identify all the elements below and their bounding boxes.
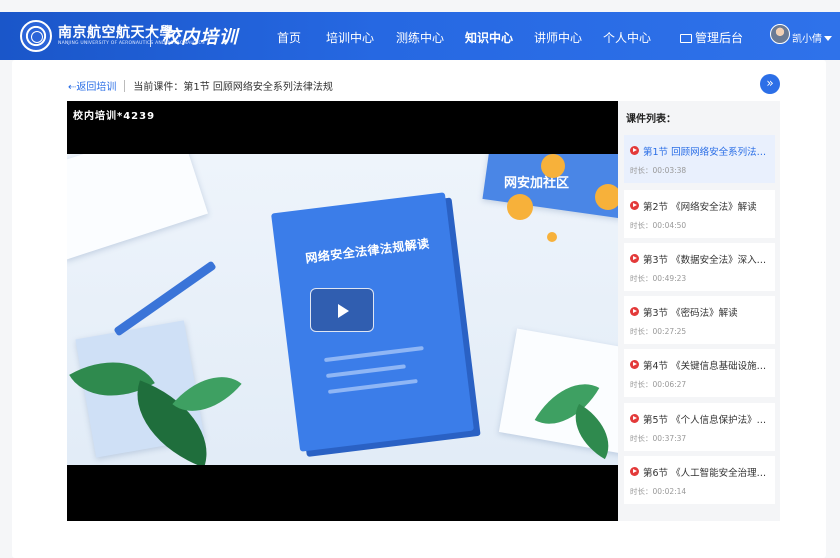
duration-value: 00:49:23: [652, 274, 687, 283]
playlist-item-name: 第3节 《密码法》解读: [643, 308, 738, 319]
playlist-item[interactable]: 第3节 《密码法》解读 时长：00:27:25: [624, 296, 775, 344]
duration-value: 00:02:14: [652, 487, 687, 496]
breadcrumb: ⇠返回培训 当前课件： 第1节 回顾网络安全系列法律法规: [68, 78, 333, 93]
play-circle-icon: [630, 146, 639, 155]
monitor-icon: [680, 34, 692, 43]
orange-dot: [541, 154, 565, 178]
playlist-item-name: 第3节 《数据安全法》深入解读: [643, 255, 771, 266]
course-playlist: 课件列表： 第1节 回顾网络安全系列法律法规 时长：00:03:38 第2节 《…: [618, 101, 780, 521]
play-circle-icon: [630, 254, 639, 263]
playlist-item-name: 第6节 《人工智能安全治理框架》解读: [643, 468, 771, 479]
current-course-title: 第1节 回顾网络安全系列法律法规: [183, 82, 333, 93]
play-circle-icon: [630, 201, 639, 210]
current-course-prefix: 当前课件：: [133, 82, 184, 93]
nav-knowledge-center[interactable]: 知识中心: [465, 29, 513, 46]
paper-illustration: [67, 154, 209, 260]
video-frame: 网安加社区 网络安全法律法规解读: [67, 154, 618, 465]
caret-down-icon: [824, 36, 832, 41]
nav-lecturer-center[interactable]: 讲师中心: [534, 29, 582, 46]
university-name: 南京航空航天大學: [58, 25, 174, 41]
user-menu[interactable]: 凯小倩: [792, 30, 832, 45]
playlist-item-name: 第4节 《关键信息基础设施安全保护条例》解读: [643, 361, 771, 372]
nav-home[interactable]: 首页: [277, 29, 301, 46]
playlist-item[interactable]: 第3节 《数据安全法》深入解读 时长：00:49:23: [624, 243, 775, 291]
playlist-item[interactable]: 第6节 《人工智能安全治理框架》解读 时长：00:02:14: [624, 456, 775, 504]
duration-value: 00:27:25: [652, 327, 687, 336]
playlist-item-duration: 时长：00:06:27: [630, 379, 686, 390]
playlist-item[interactable]: 第1节 回顾网络安全系列法律法规 时长：00:03:38: [624, 135, 775, 183]
play-circle-icon: [630, 360, 639, 369]
duration-prefix: 时长：: [630, 221, 653, 230]
orange-dot: [507, 194, 533, 220]
playlist-item[interactable]: 第5节 《个人信息保护法》解读 时长：00:37:37: [624, 403, 775, 451]
duration-value: 00:03:38: [652, 166, 687, 175]
play-button[interactable]: [310, 288, 374, 332]
duration-prefix: 时长：: [630, 434, 653, 443]
duration-value: 00:04:50: [652, 221, 687, 230]
brand-title[interactable]: 校内培训: [162, 23, 238, 49]
duration-prefix: 时长：: [630, 487, 653, 496]
main-content: ⇠返回培训 当前课件： 第1节 回顾网络安全系列法律法规 » 校内培训*4239 …: [12, 60, 826, 558]
collapse-panel-button[interactable]: »: [760, 74, 780, 94]
orange-dot: [547, 232, 557, 242]
back-to-training-link[interactable]: ⇠返回培训: [68, 78, 116, 93]
play-circle-icon: [630, 414, 639, 423]
play-circle-icon: [630, 307, 639, 316]
nav-admin-label: 管理后台: [695, 31, 744, 45]
playlist-item-duration: 时长：00:27:25: [630, 326, 686, 337]
duration-prefix: 时长：: [630, 274, 653, 283]
nav-practice-center[interactable]: 测练中心: [396, 29, 444, 46]
duration-prefix: 时长：: [630, 327, 653, 336]
playlist-item[interactable]: 第4节 《关键信息基础设施安全保护条例》解读 时长：00:06:27: [624, 349, 775, 397]
playlist-item-duration: 时长：00:04:50: [630, 220, 686, 231]
duration-value: 00:37:37: [652, 434, 687, 443]
duration-prefix: 时长：: [630, 166, 653, 175]
duration-value: 00:06:27: [652, 380, 687, 389]
nav-admin[interactable]: 管理后台: [680, 29, 743, 46]
breadcrumb-divider: [124, 79, 126, 92]
nav-training-center[interactable]: 培训中心: [326, 29, 374, 46]
playlist-item-name: 第2节 《网络安全法》解读: [643, 202, 757, 213]
playlist-item-duration: 时长：00:03:38: [630, 165, 686, 176]
user-name: 凯小倩: [792, 34, 822, 45]
play-circle-icon: [630, 467, 639, 476]
playlist-item-duration: 时长：00:49:23: [630, 273, 686, 284]
back-link-label: 返回培训: [76, 82, 117, 93]
top-navbar: 南京航空航天大學 NANJING UNIVERSITY OF AERONAUTI…: [0, 12, 840, 60]
nav-personal-center[interactable]: 个人中心: [603, 29, 651, 46]
university-emblem-icon: [20, 20, 52, 52]
user-avatar[interactable]: [770, 24, 790, 44]
playlist-item[interactable]: 第2节 《网络安全法》解读 时长：00:04:50: [624, 190, 775, 238]
playlist-title: 课件列表：: [626, 114, 676, 125]
orange-dot: [595, 184, 618, 210]
video-watermark: 校内培训*4239: [73, 111, 156, 122]
playlist-item-duration: 时长：00:37:37: [630, 433, 686, 444]
playlist-item-name: 第1节 回顾网络安全系列法律法规: [643, 147, 771, 158]
logo-divider: [150, 27, 151, 47]
playlist-item-name: 第5节 《个人信息保护法》解读: [643, 415, 771, 426]
playlist-item-duration: 时长：00:02:14: [630, 486, 686, 497]
video-player[interactable]: 校内培训*4239 网安加社区 网络安全法律法规解读: [67, 101, 618, 521]
duration-prefix: 时长：: [630, 380, 653, 389]
double-chevron-right-icon: »: [766, 76, 774, 90]
